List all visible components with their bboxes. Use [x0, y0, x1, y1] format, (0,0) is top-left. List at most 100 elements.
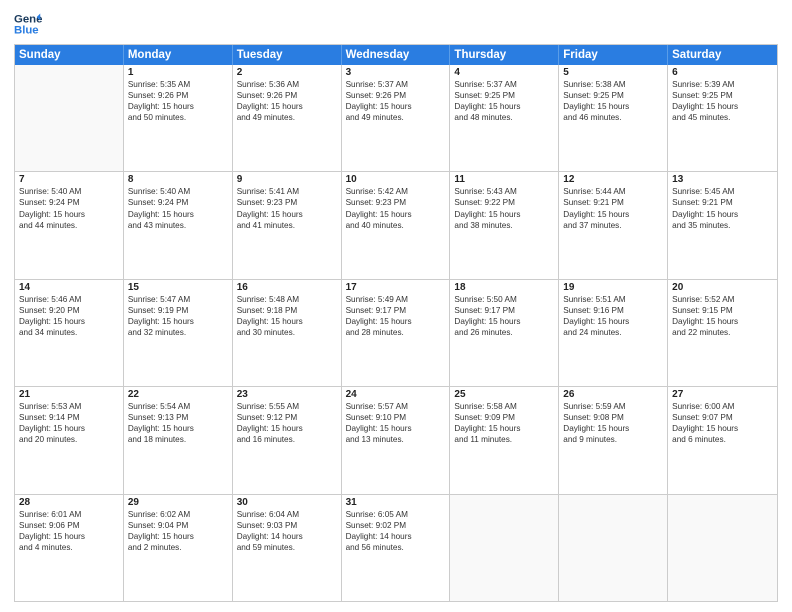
cell-line: Sunrise: 5:55 AM — [237, 401, 337, 412]
day-number: 13 — [672, 174, 773, 185]
day-number: 26 — [563, 389, 663, 400]
day-number: 22 — [128, 389, 228, 400]
svg-text:Blue: Blue — [14, 25, 39, 37]
calendar-row: 21Sunrise: 5:53 AMSunset: 9:14 PMDayligh… — [15, 387, 777, 494]
cell-line: Daylight: 15 hours — [346, 316, 446, 327]
cell-line: Sunset: 9:10 PM — [346, 412, 446, 423]
cell-line: Daylight: 15 hours — [563, 101, 663, 112]
calendar-header-cell: Monday — [124, 45, 233, 65]
svg-text:General: General — [14, 13, 42, 25]
calendar-cell: 10Sunrise: 5:42 AMSunset: 9:23 PMDayligh… — [342, 172, 451, 278]
day-number: 2 — [237, 67, 337, 78]
cell-line: and 18 minutes. — [128, 434, 228, 445]
cell-line: and 26 minutes. — [454, 327, 554, 338]
cell-line: Sunset: 9:21 PM — [672, 197, 773, 208]
calendar-cell: 1Sunrise: 5:35 AMSunset: 9:26 PMDaylight… — [124, 65, 233, 171]
cell-line: Daylight: 15 hours — [19, 423, 119, 434]
cell-line: and 24 minutes. — [563, 327, 663, 338]
cell-line: Sunrise: 5:58 AM — [454, 401, 554, 412]
calendar-cell: 13Sunrise: 5:45 AMSunset: 9:21 PMDayligh… — [668, 172, 777, 278]
day-number: 30 — [237, 497, 337, 508]
calendar-header-cell: Wednesday — [342, 45, 451, 65]
cell-line: Sunrise: 5:52 AM — [672, 294, 773, 305]
cell-line: Daylight: 14 hours — [237, 531, 337, 542]
cell-line: and 9 minutes. — [563, 434, 663, 445]
calendar-cell: 16Sunrise: 5:48 AMSunset: 9:18 PMDayligh… — [233, 280, 342, 386]
page-header: General Blue — [14, 10, 778, 38]
cell-line: Sunset: 9:16 PM — [563, 305, 663, 316]
cell-line: and 45 minutes. — [672, 112, 773, 123]
day-number: 21 — [19, 389, 119, 400]
cell-line: Sunrise: 5:38 AM — [563, 79, 663, 90]
cell-line: Sunset: 9:22 PM — [454, 197, 554, 208]
cell-line: and 2 minutes. — [128, 542, 228, 553]
logo: General Blue — [14, 10, 42, 38]
calendar-cell — [15, 65, 124, 171]
calendar-cell — [559, 495, 668, 601]
cell-line: Daylight: 15 hours — [237, 101, 337, 112]
cell-line: Daylight: 15 hours — [563, 316, 663, 327]
calendar-cell: 3Sunrise: 5:37 AMSunset: 9:26 PMDaylight… — [342, 65, 451, 171]
calendar-cell: 23Sunrise: 5:55 AMSunset: 9:12 PMDayligh… — [233, 387, 342, 493]
cell-line: Sunrise: 5:51 AM — [563, 294, 663, 305]
day-number: 12 — [563, 174, 663, 185]
cell-line: Sunrise: 5:43 AM — [454, 186, 554, 197]
calendar-cell: 27Sunrise: 6:00 AMSunset: 9:07 PMDayligh… — [668, 387, 777, 493]
cell-line: and 28 minutes. — [346, 327, 446, 338]
calendar: SundayMondayTuesdayWednesdayThursdayFrid… — [14, 44, 778, 602]
cell-line: Sunrise: 6:02 AM — [128, 509, 228, 520]
cell-line: and 44 minutes. — [19, 220, 119, 231]
cell-line: and 49 minutes. — [237, 112, 337, 123]
cell-line: Daylight: 15 hours — [237, 316, 337, 327]
cell-line: Sunrise: 5:46 AM — [19, 294, 119, 305]
cell-line: Sunset: 9:04 PM — [128, 520, 228, 531]
cell-line: Sunrise: 6:00 AM — [672, 401, 773, 412]
cell-line: Sunset: 9:02 PM — [346, 520, 446, 531]
cell-line: Sunrise: 5:54 AM — [128, 401, 228, 412]
calendar-header-cell: Saturday — [668, 45, 777, 65]
cell-line: and 49 minutes. — [346, 112, 446, 123]
cell-line: Sunrise: 6:05 AM — [346, 509, 446, 520]
cell-line: Sunset: 9:24 PM — [128, 197, 228, 208]
calendar-cell: 15Sunrise: 5:47 AMSunset: 9:19 PMDayligh… — [124, 280, 233, 386]
calendar-cell: 12Sunrise: 5:44 AMSunset: 9:21 PMDayligh… — [559, 172, 668, 278]
day-number: 29 — [128, 497, 228, 508]
cell-line: Sunrise: 5:44 AM — [563, 186, 663, 197]
calendar-cell: 28Sunrise: 6:01 AMSunset: 9:06 PMDayligh… — [15, 495, 124, 601]
calendar-cell: 31Sunrise: 6:05 AMSunset: 9:02 PMDayligh… — [342, 495, 451, 601]
cell-line: Sunrise: 5:41 AM — [237, 186, 337, 197]
calendar-cell: 30Sunrise: 6:04 AMSunset: 9:03 PMDayligh… — [233, 495, 342, 601]
calendar-cell: 22Sunrise: 5:54 AMSunset: 9:13 PMDayligh… — [124, 387, 233, 493]
cell-line: Daylight: 15 hours — [346, 423, 446, 434]
cell-line: and 30 minutes. — [237, 327, 337, 338]
calendar-cell: 20Sunrise: 5:52 AMSunset: 9:15 PMDayligh… — [668, 280, 777, 386]
day-number: 1 — [128, 67, 228, 78]
day-number: 7 — [19, 174, 119, 185]
cell-line: Sunset: 9:18 PM — [237, 305, 337, 316]
cell-line: Sunset: 9:13 PM — [128, 412, 228, 423]
calendar-cell: 29Sunrise: 6:02 AMSunset: 9:04 PMDayligh… — [124, 495, 233, 601]
day-number: 14 — [19, 282, 119, 293]
calendar-cell: 11Sunrise: 5:43 AMSunset: 9:22 PMDayligh… — [450, 172, 559, 278]
calendar-cell: 7Sunrise: 5:40 AMSunset: 9:24 PMDaylight… — [15, 172, 124, 278]
cell-line: Daylight: 15 hours — [19, 209, 119, 220]
cell-line: Daylight: 15 hours — [346, 101, 446, 112]
cell-line: Sunset: 9:09 PM — [454, 412, 554, 423]
calendar-cell: 8Sunrise: 5:40 AMSunset: 9:24 PMDaylight… — [124, 172, 233, 278]
calendar-header-cell: Friday — [559, 45, 668, 65]
calendar-cell: 25Sunrise: 5:58 AMSunset: 9:09 PMDayligh… — [450, 387, 559, 493]
cell-line: Daylight: 15 hours — [672, 101, 773, 112]
cell-line: and 59 minutes. — [237, 542, 337, 553]
calendar-header-cell: Sunday — [15, 45, 124, 65]
cell-line: Daylight: 15 hours — [454, 316, 554, 327]
cell-line: Sunset: 9:26 PM — [237, 90, 337, 101]
cell-line: Sunrise: 5:40 AM — [128, 186, 228, 197]
cell-line: Sunrise: 5:36 AM — [237, 79, 337, 90]
cell-line: and 32 minutes. — [128, 327, 228, 338]
calendar-cell — [668, 495, 777, 601]
day-number: 28 — [19, 497, 119, 508]
cell-line: Daylight: 15 hours — [128, 101, 228, 112]
cell-line: Sunset: 9:21 PM — [563, 197, 663, 208]
cell-line: and 50 minutes. — [128, 112, 228, 123]
calendar-body: 1Sunrise: 5:35 AMSunset: 9:26 PMDaylight… — [15, 65, 777, 601]
